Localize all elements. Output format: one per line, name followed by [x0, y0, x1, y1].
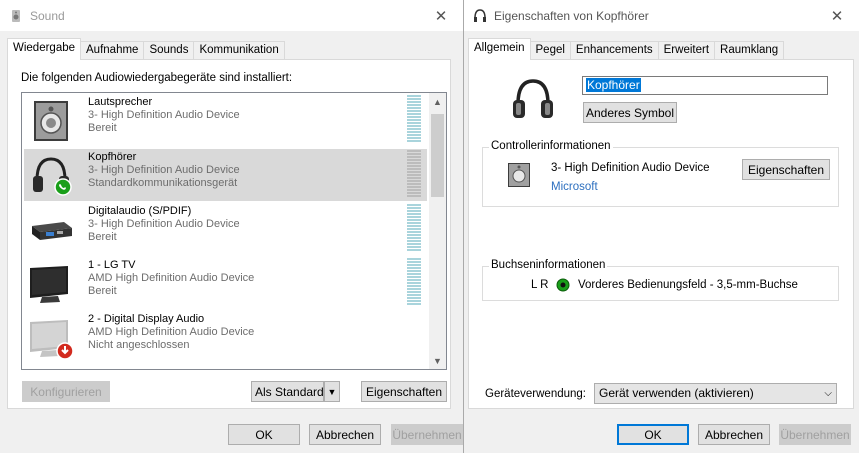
general-panel: Kopfhörer Anderes Symbol Controllerinfor…	[468, 59, 854, 409]
monitor-icon	[28, 262, 74, 306]
list-item[interactable]: 2 - Digital Display Audio AMD High Defin…	[24, 311, 427, 363]
device-status: Nicht angeschlossen	[88, 339, 190, 351]
ok-button[interactable]: OK	[228, 424, 300, 445]
apply-button[interactable]: Übernehmen	[779, 424, 851, 445]
device-name: 1 - LG TV	[88, 259, 136, 271]
chevron-down-icon: ⌵	[824, 388, 832, 399]
device-status: Bereit	[88, 231, 117, 243]
device-status: Bereit	[88, 122, 117, 134]
cancel-button[interactable]: Abbrechen	[698, 424, 770, 445]
close-icon[interactable]: ✕	[815, 0, 859, 31]
intro-text: Die folgenden Audiowiedergabegeräte sind…	[21, 72, 293, 84]
sound-titlebar[interactable]: Sound ✕	[0, 0, 463, 31]
device-large-icon	[510, 76, 556, 125]
device-list[interactable]: Lautsprecher 3- High Definition Audio De…	[21, 92, 447, 370]
tab-raumklang[interactable]: Raumklang	[714, 41, 785, 60]
ok-button[interactable]: OK	[617, 424, 689, 445]
properties-body: Allgemein Pegel Enhancements Erweitert R…	[464, 31, 859, 453]
list-item[interactable]: Kopfhörer 3- High Definition Audio Devic…	[24, 149, 427, 201]
jack-description: Vorderes Bedienungsfeld - 3,5-mm-Buchse	[578, 279, 798, 291]
configure-button[interactable]: Konfigurieren	[22, 381, 110, 402]
set-default-button[interactable]: Als Standard	[251, 381, 324, 402]
device-name: 2 - Digital Display Audio	[88, 313, 205, 325]
device-name: Lautsprecher	[88, 96, 153, 108]
controller-icon	[507, 162, 531, 191]
jack-info-group: Buchseninformationen L R Vorderes Bedien…	[482, 259, 839, 301]
playback-panel: Die folgenden Audiowiedergabegeräte sind…	[7, 59, 451, 409]
window-title: Sound	[30, 8, 65, 23]
properties-tabs: Allgemein Pegel Enhancements Erweitert R…	[468, 38, 785, 60]
device-driver: 3- High Definition Audio Device	[88, 164, 240, 176]
scroll-thumb[interactable]	[431, 114, 444, 197]
device-driver: 3- High Definition Audio Device	[88, 109, 240, 121]
controller-info-group: Controllerinformationen 3- High Definiti…	[482, 140, 839, 207]
controller-device: 3- High Definition Audio Device	[551, 162, 710, 174]
scroll-down-icon[interactable]: ▼	[429, 352, 446, 369]
tab-kommunikation[interactable]: Kommunikation	[193, 41, 285, 60]
jack-color-icon	[556, 278, 570, 295]
properties-titlebar[interactable]: Eigenschaften von Kopfhörer ✕	[464, 0, 859, 31]
device-status: Bereit	[88, 285, 117, 297]
device-driver: AMD High Definition Audio Device	[88, 272, 255, 284]
device-status: Standardkommunikationsgerät	[88, 177, 238, 189]
change-icon-button[interactable]: Anderes Symbol	[583, 102, 677, 123]
apply-button[interactable]: Übernehmen	[391, 424, 463, 445]
list-item[interactable]: 1 - LG TV AMD High Definition Audio Devi…	[24, 257, 427, 309]
tab-aufnahme[interactable]: Aufnahme	[80, 41, 145, 60]
jack-channels: L R	[531, 279, 549, 291]
tab-erweitert[interactable]: Erweitert	[657, 41, 716, 60]
level-meter	[407, 204, 421, 252]
speaker-icon	[28, 99, 74, 143]
digital-audio-icon	[28, 208, 74, 252]
device-name-input[interactable]: Kopfhörer	[582, 76, 828, 95]
sound-body: Wiedergabe Aufnahme Sounds Kommunikation…	[0, 31, 463, 453]
tab-allgemein[interactable]: Allgemein	[468, 38, 531, 60]
device-name: Digitalaudio (S/PDIF)	[88, 205, 192, 217]
window-title: Eigenschaften von Kopfhörer	[494, 8, 649, 23]
headphones-icon	[472, 8, 488, 24]
scroll-up-icon[interactable]: ▲	[429, 93, 446, 110]
sound-tabs: Wiedergabe Aufnahme Sounds Kommunikation	[7, 38, 285, 60]
level-meter	[407, 150, 421, 198]
usage-select[interactable]: Gerät verwenden (aktivieren) ⌵	[594, 383, 837, 404]
device-list-scrollbar[interactable]: ▲ ▼	[429, 93, 446, 369]
close-icon[interactable]: ✕	[419, 0, 463, 31]
properties-window: Eigenschaften von Kopfhörer ✕ Allgemein …	[464, 0, 859, 453]
controller-info-legend: Controllerinformationen	[489, 140, 613, 152]
set-default-dropdown[interactable]: ▼	[324, 381, 340, 402]
list-item[interactable]: Lautsprecher 3- High Definition Audio De…	[24, 94, 427, 146]
level-meter	[407, 258, 421, 306]
device-name: Kopfhörer	[88, 151, 137, 163]
monitor-disconnected-icon	[28, 316, 74, 360]
device-properties-button[interactable]: Eigenschaften	[361, 381, 447, 402]
level-meter	[407, 95, 421, 143]
tab-pegel[interactable]: Pegel	[529, 41, 571, 60]
chevron-down-icon: ▼	[327, 386, 337, 397]
jack-info-legend: Buchseninformationen	[489, 259, 608, 271]
tab-sounds[interactable]: Sounds	[143, 41, 195, 60]
tab-wiedergabe[interactable]: Wiedergabe	[7, 38, 82, 60]
tab-enhancements[interactable]: Enhancements	[569, 41, 659, 60]
speaker-app-icon	[8, 8, 24, 24]
controller-properties-button[interactable]: Eigenschaften	[742, 159, 830, 180]
headphones-icon	[28, 154, 74, 198]
device-driver: 3- High Definition Audio Device	[88, 218, 240, 230]
controller-vendor-link[interactable]: Microsoft	[551, 181, 598, 193]
usage-label: Geräteverwendung:	[485, 388, 587, 400]
device-driver: AMD High Definition Audio Device	[88, 326, 255, 338]
sound-window: Sound ✕ Wiedergabe Aufnahme Sounds Kommu…	[0, 0, 464, 453]
cancel-button[interactable]: Abbrechen	[309, 424, 381, 445]
list-item[interactable]: Digitalaudio (S/PDIF) 3- High Definition…	[24, 203, 427, 255]
